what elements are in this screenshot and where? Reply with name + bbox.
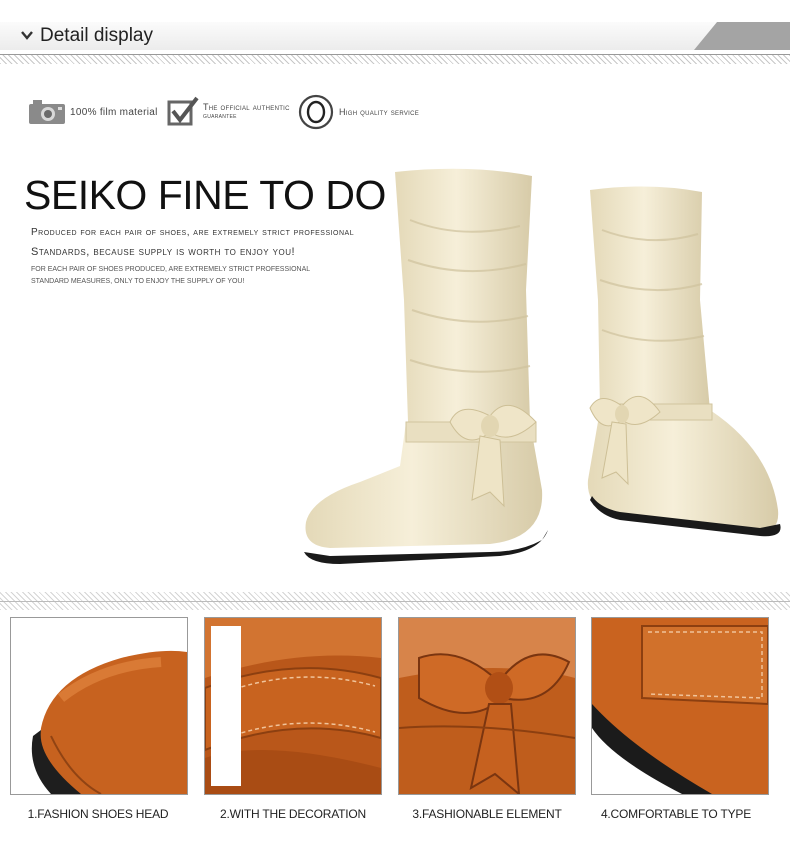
detail-image-fashionable-element	[398, 617, 576, 795]
hero-line-3: FOR EACH PAIR OF SHOES PRODUCED, ARE EXT…	[31, 266, 311, 273]
header-title: Detail display	[40, 25, 153, 46]
feature-quality-text: High quality service	[339, 106, 420, 117]
feature-authentic-text-2: guarantee	[203, 113, 237, 120]
feature-authentic-text-1: The official authentic	[203, 102, 290, 112]
circle-o-icon	[298, 94, 334, 130]
section-divider-line	[0, 601, 790, 602]
hero-line-2: Standards, because supply is worth to en…	[31, 246, 296, 258]
right-boot	[587, 186, 781, 537]
feature-high-quality: High quality service	[298, 94, 420, 130]
hero-line-4: STANDARD MEASURES, ONLY TO ENJOY THE SUP…	[31, 278, 245, 285]
camera-icon	[29, 100, 65, 124]
header-accent	[694, 22, 790, 50]
chevron-down-icon	[21, 31, 33, 40]
hatch-divider	[0, 55, 790, 64]
caption-decoration: 2.WITH THE DECORATION	[219, 807, 367, 821]
boots-product-image	[304, 168, 781, 564]
caption-fashionable-element: 3.FASHIONABLE ELEMENT	[412, 807, 562, 821]
feature-film-text: 100% film material	[70, 106, 158, 118]
detail-image-decoration	[204, 617, 382, 795]
detail-image-comfortable	[591, 617, 769, 795]
detail-image-shoe-head	[10, 617, 188, 795]
left-boot	[304, 168, 548, 564]
checkmark-icon	[167, 96, 199, 126]
feature-authentic-guarantee: The official authentic guarantee	[166, 96, 290, 128]
detail-display-header: Detail display	[0, 22, 790, 50]
feature-film-material: 100% film material	[27, 96, 158, 128]
caption-comfortable: 4.COMFORTABLE TO TYPE	[600, 807, 752, 821]
caption-shoe-head: 1.FASHION SHOES HEAD	[27, 807, 169, 821]
